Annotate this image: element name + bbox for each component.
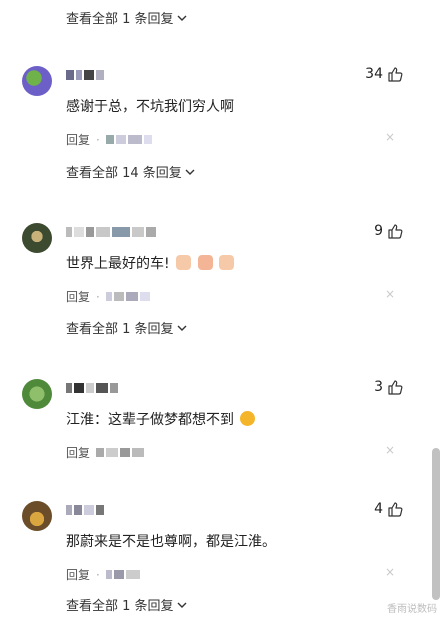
username-blurred[interactable] (66, 68, 104, 82)
close-icon[interactable]: × (385, 565, 395, 579)
timestamp-blurred (96, 448, 145, 457)
username-blurred[interactable] (66, 225, 156, 239)
view-all-replies[interactable]: 查看全部 1 条回复 (66, 595, 187, 614)
thumbs-up-icon (388, 67, 403, 82)
comment-actions: 回复 · (66, 566, 140, 583)
thumbs-up-icon (388, 224, 403, 239)
chevron-down-icon (177, 602, 187, 608)
avatar[interactable] (22, 223, 52, 253)
thumbs-up-emoji-icon (176, 255, 192, 270)
comment-text-row: 江淮：这辈子做梦都想不到 (66, 409, 256, 429)
like-button[interactable]: 34 (365, 66, 403, 82)
view-all-label: 查看全部 1 条回复 (66, 12, 174, 27)
like-count: 9 (374, 223, 383, 239)
like-button[interactable]: 3 (374, 379, 403, 395)
like-count: 4 (374, 501, 383, 517)
reply-button[interactable]: 回复 (66, 131, 90, 148)
thumbs-up-icon (388, 380, 403, 395)
comment-item: 34 感谢于总，不坑我们穷人啊 回复 · × (0, 64, 425, 154)
separator-dot: · (96, 289, 100, 304)
avatar[interactable] (22, 501, 52, 531)
close-icon[interactable]: × (385, 443, 395, 457)
comment-actions: 回复 · (66, 131, 152, 148)
comment-text: 江淮：这辈子做梦都想不到 (66, 412, 234, 428)
timestamp-blurred (105, 135, 152, 144)
avatar[interactable] (22, 379, 52, 409)
thumbs-up-emoji-icon (218, 255, 234, 270)
like-count: 3 (374, 379, 383, 395)
comment-text-row: 世界上最好的车! (66, 253, 234, 273)
reply-button[interactable]: 回复 (66, 566, 90, 583)
separator-dot: · (96, 132, 100, 147)
reply-button[interactable]: 回复 (66, 288, 90, 305)
close-icon[interactable]: × (385, 287, 395, 301)
view-all-replies[interactable]: 查看全部 14 条回复 (66, 162, 195, 181)
close-icon[interactable]: × (385, 130, 395, 144)
like-button[interactable]: 9 (374, 223, 403, 239)
view-all-replies[interactable]: 查看全部 1 条回复 (66, 318, 187, 337)
view-all-replies[interactable]: 查看全部 1 条回复 (66, 8, 187, 27)
username-blurred[interactable] (66, 503, 104, 517)
chevron-down-icon (177, 325, 187, 331)
view-all-label: 查看全部 1 条回复 (66, 322, 174, 337)
username-blurred[interactable] (66, 381, 118, 395)
chevron-down-icon (185, 169, 195, 175)
scrollbar-thumb[interactable] (432, 448, 440, 600)
timestamp-blurred (105, 292, 150, 301)
view-all-label: 查看全部 1 条回复 (66, 599, 174, 614)
separator-dot: · (96, 567, 100, 582)
view-all-label: 查看全部 14 条回复 (66, 166, 182, 181)
comment-item: 4 那蔚来是不是也尊啊，都是江淮。 回复 · × (0, 499, 425, 589)
comment-text: 感谢于总，不坑我们穷人啊 (66, 99, 234, 115)
comment-item: 9 世界上最好的车! 回复 · × (0, 221, 425, 311)
reply-button[interactable]: 回复 (66, 444, 90, 461)
laughing-emoji-icon (240, 411, 256, 426)
comment-text: 世界上最好的车! (66, 256, 170, 272)
like-button[interactable]: 4 (374, 501, 403, 517)
like-count: 34 (365, 66, 383, 82)
timestamp-blurred (105, 570, 140, 579)
comment-actions: 回复 (66, 444, 145, 461)
avatar[interactable] (22, 66, 52, 96)
chevron-down-icon (177, 15, 187, 21)
thumbs-up-icon (388, 502, 403, 517)
comment-actions: 回复 · (66, 288, 150, 305)
comment-item: 3 江淮：这辈子做梦都想不到 回复 × (0, 377, 425, 467)
watermark: 香雨说数码 (387, 604, 437, 615)
thumbs-up-emoji-icon (197, 255, 213, 270)
comment-text: 那蔚来是不是也尊啊，都是江淮。 (66, 534, 276, 550)
